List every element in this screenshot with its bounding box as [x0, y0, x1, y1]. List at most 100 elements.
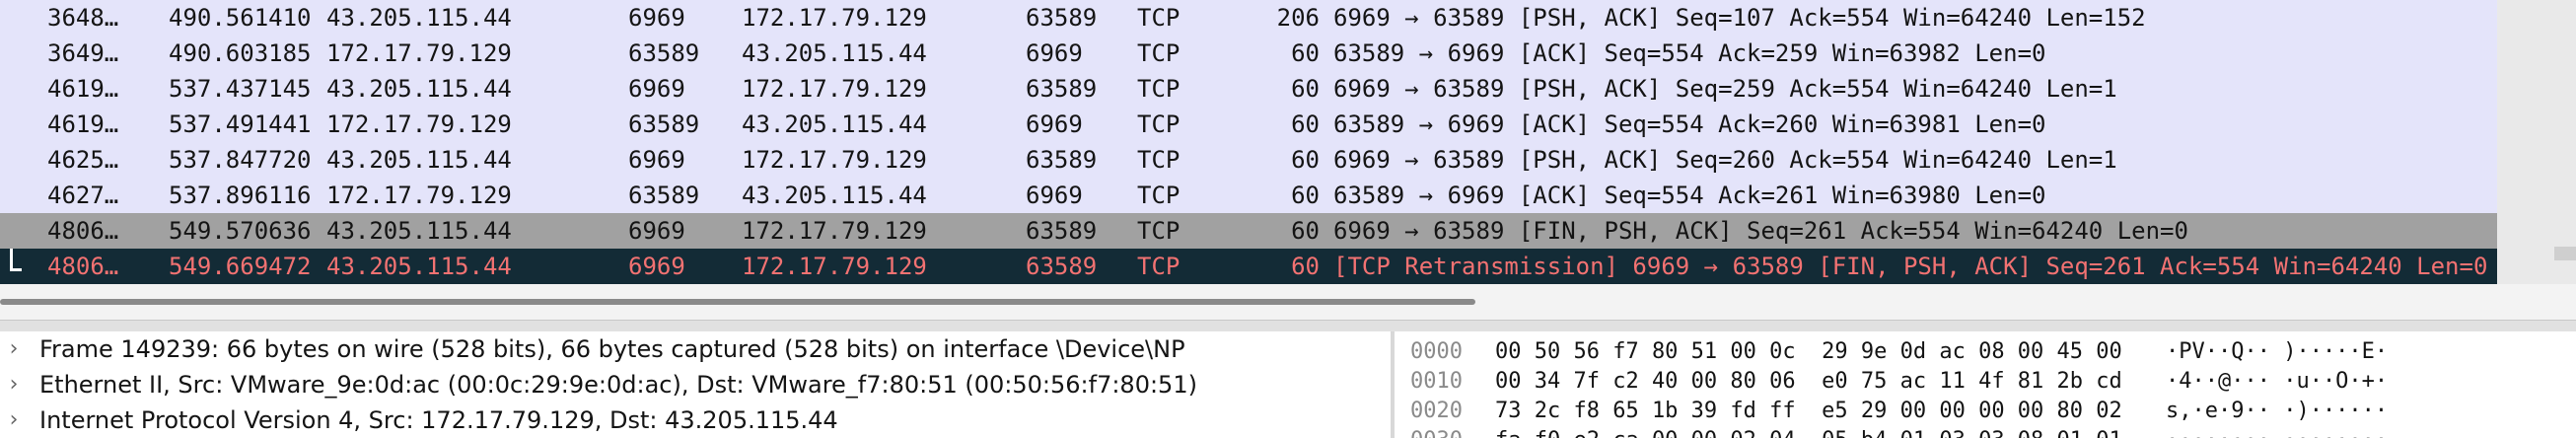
packet-row[interactable]: 4806… 549.570636 43.205.115.44 6969 172.17.7… [0, 213, 2497, 249]
details-bytes-splitter[interactable] [1391, 331, 1395, 438]
detail-tree-label: Internet Protocol Version 4, Src: 172.17… [39, 406, 838, 434]
packet-destination-port: 6969 [1026, 182, 1083, 209]
packet-protocol: TCP [1137, 4, 1181, 32]
hex-bytes: fa f0 e2 ca 00 00 02 04 05 b4 01 03 03 0… [1495, 426, 2122, 438]
packet-protocol: TCP [1137, 39, 1181, 67]
packet-info: 6969 → 63589 [FIN, PSH, ACK] Seq=261 Ack… [1333, 217, 2188, 245]
packet-destination: 43.205.115.44 [742, 182, 927, 209]
packet-source-port: 6969 [628, 4, 685, 32]
hex-ascii: s,·e·9·· ·)······ [2166, 399, 2389, 423]
packet-source-port: 63589 [628, 39, 700, 67]
packet-time: 549.669472 [169, 253, 312, 280]
packet-source-port: 6969 [628, 75, 685, 103]
packet-destination-port: 63589 [1026, 253, 1098, 280]
packet-protocol: TCP [1137, 253, 1181, 280]
packet-bytes-pane[interactable]: 0000 00 50 56 f7 80 51 00 0c 29 9e 0d ac … [1396, 331, 2576, 438]
packet-number: 4619… [47, 75, 119, 103]
hex-offset: 0030 [1410, 426, 1463, 438]
packet-time: 490.561410 [169, 4, 312, 32]
packet-row[interactable]: 4806… 549.669472 43.205.115.44 6969 172.17.7… [0, 249, 2497, 284]
packet-row[interactable]: 3649… 490.603185 172.17.79.129 63589 43.205.… [0, 36, 2497, 71]
detail-tree-label: Ethernet II, Src: VMware_9e:0d:ac (00:0c… [39, 371, 1197, 399]
packet-number: 4625… [47, 146, 119, 174]
packet-protocol: TCP [1137, 217, 1181, 245]
hex-offset: 0020 [1410, 399, 1463, 423]
packet-time: 490.603185 [169, 39, 312, 67]
packet-number: 3648… [47, 4, 119, 32]
packet-destination-port: 63589 [1026, 4, 1098, 32]
packet-source: 172.17.79.129 [326, 182, 512, 209]
packet-source: 43.205.115.44 [326, 75, 512, 103]
packet-info: 6969 → 63589 [PSH, ACK] Seq=107 Ack=554 … [1333, 4, 2146, 32]
packet-source: 43.205.115.44 [326, 146, 512, 174]
detail-tree-item[interactable]: › Ethernet II, Src: VMware_9e:0d:ac (00:0… [0, 367, 1389, 402]
packet-row[interactable]: 3648… 490.561410 43.205.115.44 6969 172.17.7… [0, 0, 2497, 36]
packet-info: 63589 → 6969 [ACK] Seq=554 Ack=259 Win=6… [1333, 39, 2046, 67]
packet-destination-port: 6969 [1026, 39, 1083, 67]
packet-source: 43.205.115.44 [326, 4, 512, 32]
packet-destination: 172.17.79.129 [742, 146, 927, 174]
packet-destination: 172.17.79.129 [742, 253, 927, 280]
detail-tree-item[interactable]: › Frame 149239: 66 bytes on wire (528 bit… [0, 331, 1389, 367]
packet-source-port: 6969 [628, 217, 685, 245]
hex-offset: 0000 [1410, 339, 1463, 364]
hex-bytes: 73 2c f8 65 1b 39 fd ff e5 29 00 00 00 0… [1495, 399, 2122, 423]
horizontal-scrollbar-thumb[interactable] [0, 299, 1475, 305]
packet-length: 60 [1291, 182, 1320, 209]
packet-source-port: 63589 [628, 110, 700, 138]
packet-length: 60 [1291, 110, 1320, 138]
chevron-right-icon[interactable]: › [4, 402, 24, 438]
packet-destination-port: 63589 [1026, 146, 1098, 174]
packet-destination: 172.17.79.129 [742, 75, 927, 103]
pane-splitter[interactable] [0, 320, 2576, 331]
packet-row[interactable]: 4619… 537.437145 43.205.115.44 6969 172.17.7… [0, 71, 2497, 107]
packet-length: 60 [1291, 146, 1320, 174]
vertical-scrollbar-thumb[interactable] [2554, 247, 2576, 260]
detail-tree-label: Frame 149239: 66 bytes on wire (528 bits… [39, 335, 1185, 363]
packet-list[interactable]: 3648… 490.561410 43.205.115.44 6969 172.17.7… [0, 0, 2576, 284]
packet-row[interactable]: 4619… 537.491441 172.17.79.129 63589 43.205.… [0, 107, 2497, 142]
hex-ascii: ·4··@··· ·u··O·+· [2166, 369, 2389, 394]
vertical-scrollbar[interactable] [2497, 0, 2576, 284]
packet-number: 4806… [47, 253, 119, 280]
packet-destination-port: 63589 [1026, 217, 1098, 245]
packet-source-port: 6969 [628, 146, 685, 174]
packet-rows: 3648… 490.561410 43.205.115.44 6969 172.17.7… [0, 0, 2497, 284]
packet-time: 537.896116 [169, 182, 312, 209]
packet-source: 172.17.79.129 [326, 110, 512, 138]
packet-number: 4627… [47, 182, 119, 209]
packet-destination-port: 6969 [1026, 110, 1083, 138]
packet-info: 6969 → 63589 [PSH, ACK] Seq=259 Ack=554 … [1333, 75, 2117, 103]
packet-time: 537.491441 [169, 110, 312, 138]
packet-source: 43.205.115.44 [326, 253, 512, 280]
hex-offset: 0010 [1410, 369, 1463, 394]
chevron-right-icon[interactable]: › [4, 367, 24, 402]
packet-destination: 172.17.79.129 [742, 217, 927, 245]
packet-source: 172.17.79.129 [326, 39, 512, 67]
packet-number: 3649… [47, 39, 119, 67]
packet-number: 4806… [47, 217, 119, 245]
packet-info: 63589 → 6969 [ACK] Seq=554 Ack=260 Win=6… [1333, 110, 2046, 138]
packet-row[interactable]: 4625… 537.847720 43.205.115.44 6969 172.17.7… [0, 142, 2497, 178]
hex-ascii: ········ ········ [2166, 426, 2388, 438]
packet-destination: 43.205.115.44 [742, 110, 927, 138]
packet-time: 537.437145 [169, 75, 312, 103]
packet-row[interactable]: 4627… 537.896116 172.17.79.129 63589 43.205.… [0, 178, 2497, 213]
packet-protocol: TCP [1137, 75, 1181, 103]
packet-protocol: TCP [1137, 182, 1181, 209]
hex-bytes: 00 50 56 f7 80 51 00 0c 29 9e 0d ac 08 0… [1495, 339, 2122, 364]
packet-number: 4619… [47, 110, 119, 138]
detail-tree-item[interactable]: › Internet Protocol Version 4, Src: 172.1… [0, 402, 1389, 438]
hex-bytes: 00 34 7f c2 40 00 80 06 e0 75 ac 11 4f 8… [1495, 369, 2122, 394]
packet-destination: 43.205.115.44 [742, 39, 927, 67]
packet-length: 60 [1291, 75, 1320, 103]
packet-source-port: 63589 [628, 182, 700, 209]
packet-time: 549.570636 [169, 217, 312, 245]
packet-destination: 172.17.79.129 [742, 4, 927, 32]
chevron-right-icon[interactable]: › [4, 331, 24, 367]
packet-protocol: TCP [1137, 110, 1181, 138]
packet-source: 43.205.115.44 [326, 217, 512, 245]
packet-length: 206 [1276, 4, 1320, 32]
packet-details-tree[interactable]: › Frame 149239: 66 bytes on wire (528 bit… [0, 331, 1389, 438]
packet-protocol: TCP [1137, 146, 1181, 174]
